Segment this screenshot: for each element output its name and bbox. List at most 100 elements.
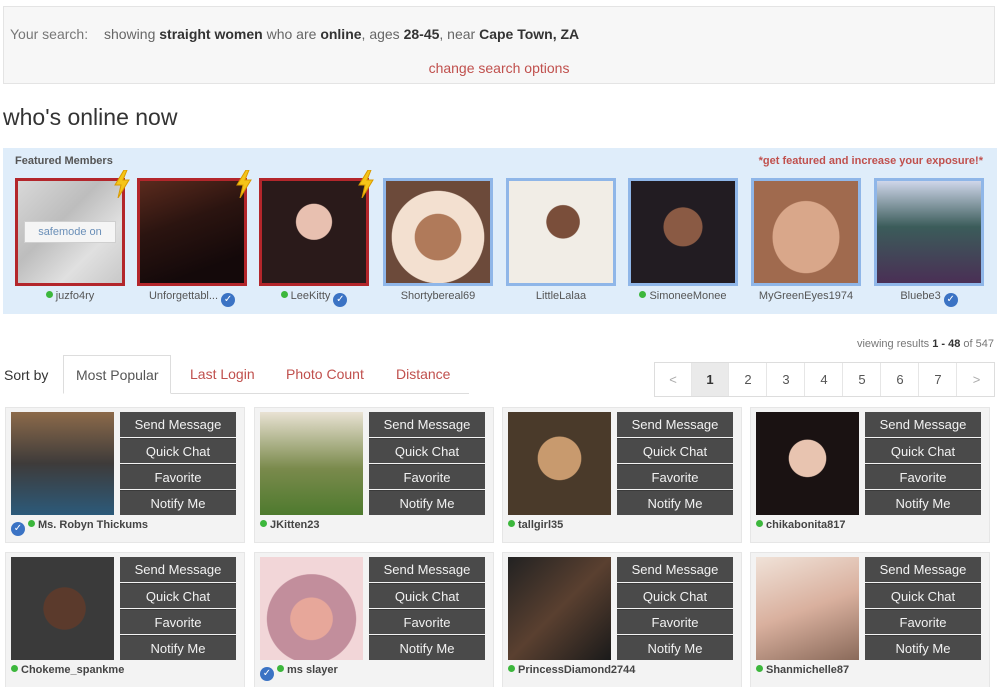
- notify-me-button[interactable]: Notify Me: [120, 490, 236, 515]
- page-7-button[interactable]: 7: [920, 363, 957, 396]
- verified-check-icon: ✓: [260, 667, 274, 681]
- favorite-button[interactable]: Favorite: [369, 464, 485, 489]
- sort-tab-distance[interactable]: Distance: [396, 355, 450, 394]
- page-3-button[interactable]: 3: [768, 363, 805, 396]
- send-message-button[interactable]: Send Message: [369, 412, 485, 437]
- member-name[interactable]: tallgirl35: [508, 519, 563, 531]
- online-indicator-icon: [260, 520, 267, 527]
- notify-me-button[interactable]: Notify Me: [120, 635, 236, 660]
- notify-me-button[interactable]: Notify Me: [369, 635, 485, 660]
- online-indicator-icon: [280, 291, 288, 298]
- member-name[interactable]: Chokeme_spankme: [11, 664, 124, 676]
- featured-member-name[interactable]: Unforgettabl... ✓: [137, 290, 247, 307]
- featured-member-photo[interactable]: [628, 178, 738, 286]
- page-1-button[interactable]: 1: [692, 363, 729, 396]
- member-actions: Send Message Quick Chat Favorite Notify Me: [369, 412, 485, 516]
- search-status: online: [320, 26, 362, 42]
- search-label: Your search:: [10, 26, 89, 42]
- search-location: Cape Town, ZA: [479, 26, 580, 42]
- member-photo[interactable]: [756, 412, 859, 515]
- safemode-overlay: safemode on: [18, 181, 122, 283]
- member-photo[interactable]: [508, 557, 611, 660]
- favorite-button[interactable]: Favorite: [120, 464, 236, 489]
- member-photo[interactable]: [756, 557, 859, 660]
- lightning-bolt-icon: [113, 170, 131, 198]
- quick-chat-button[interactable]: Quick Chat: [120, 438, 236, 463]
- featured-member-name[interactable]: LeeKitty ✓: [259, 290, 369, 307]
- favorite-button[interactable]: Favorite: [120, 609, 236, 634]
- send-message-button[interactable]: Send Message: [120, 412, 236, 437]
- featured-member-photo[interactable]: [874, 178, 984, 286]
- quick-chat-button[interactable]: Quick Chat: [120, 583, 236, 608]
- member-photo[interactable]: [260, 412, 363, 515]
- page-2-button[interactable]: 2: [730, 363, 767, 396]
- send-message-button[interactable]: Send Message: [865, 557, 981, 582]
- favorite-button[interactable]: Favorite: [865, 609, 981, 634]
- notify-me-button[interactable]: Notify Me: [865, 490, 981, 515]
- member-actions: Send Message Quick Chat Favorite Notify Me: [120, 557, 236, 661]
- quick-chat-button[interactable]: Quick Chat: [369, 438, 485, 463]
- featured-member-name[interactable]: MyGreenEyes1974: [751, 290, 861, 302]
- featured-member-name[interactable]: SimoneeMonee: [628, 290, 738, 302]
- results-count: viewing results 1 - 48 of 547: [856, 338, 994, 350]
- quick-chat-button[interactable]: Quick Chat: [369, 583, 485, 608]
- member-name[interactable]: PrincessDiamond2744: [508, 664, 635, 676]
- send-message-button[interactable]: Send Message: [865, 412, 981, 437]
- quick-chat-button[interactable]: Quick Chat: [617, 438, 733, 463]
- page-5-button[interactable]: 5: [844, 363, 881, 396]
- member-photo[interactable]: [11, 412, 114, 515]
- member-actions: Send Message Quick Chat Favorite Notify Me: [865, 557, 981, 661]
- get-featured-link[interactable]: *get featured and increase your exposure…: [759, 155, 983, 167]
- member-photo[interactable]: [260, 557, 363, 660]
- notify-me-button[interactable]: Notify Me: [617, 635, 733, 660]
- send-message-button[interactable]: Send Message: [120, 557, 236, 582]
- member-photo[interactable]: [508, 412, 611, 515]
- member-card: Send Message Quick Chat Favorite Notify Me J…: [254, 407, 494, 543]
- member-photo[interactable]: [11, 557, 114, 660]
- send-message-button[interactable]: Send Message: [617, 557, 733, 582]
- featured-title: Featured Members: [15, 155, 113, 167]
- featured-member-photo[interactable]: [137, 178, 247, 286]
- search-description: Your search: showing straight women who …: [10, 26, 580, 42]
- send-message-button[interactable]: Send Message: [369, 557, 485, 582]
- sort-tab-most-popular[interactable]: Most Popular: [63, 355, 172, 394]
- page-6-button[interactable]: 6: [882, 363, 919, 396]
- featured-member-name[interactable]: Shortybereal69: [383, 290, 493, 302]
- featured-member-photo[interactable]: [506, 178, 616, 286]
- featured-member-photo[interactable]: safemode on: [15, 178, 125, 286]
- featured-member-name[interactable]: Bluebe3 ✓: [874, 290, 984, 307]
- member-name[interactable]: chikabonita817: [756, 519, 845, 531]
- member-name[interactable]: Shanmichelle87: [756, 664, 849, 676]
- online-indicator-icon: [28, 520, 35, 527]
- lightning-bolt-icon: [235, 170, 253, 198]
- sort-tab-last-login[interactable]: Last Login: [190, 355, 255, 394]
- favorite-button[interactable]: Favorite: [617, 609, 733, 634]
- member-card: Send Message Quick Chat Favorite Notify Me S…: [750, 552, 990, 687]
- featured-member-photo[interactable]: [751, 178, 861, 286]
- favorite-button[interactable]: Favorite: [865, 464, 981, 489]
- notify-me-button[interactable]: Notify Me: [369, 490, 485, 515]
- prev-page-button[interactable]: <: [655, 363, 692, 396]
- page-4-button[interactable]: 4: [806, 363, 843, 396]
- safemode-label: safemode on: [24, 221, 116, 243]
- featured-member-name[interactable]: LittleLalaa: [506, 290, 616, 302]
- sort-tab-photo-count[interactable]: Photo Count: [286, 355, 364, 394]
- member-name[interactable]: ✓ ms slayer: [260, 664, 338, 681]
- member-actions: Send Message Quick Chat Favorite Notify Me: [865, 412, 981, 516]
- featured-member-photo[interactable]: [259, 178, 369, 286]
- quick-chat-button[interactable]: Quick Chat: [865, 438, 981, 463]
- next-page-button[interactable]: >: [958, 363, 995, 396]
- member-name[interactable]: JKitten23: [260, 519, 320, 531]
- favorite-button[interactable]: Favorite: [369, 609, 485, 634]
- change-search-options-link[interactable]: change search options: [4, 60, 994, 76]
- sort-label: Sort by: [4, 367, 49, 383]
- notify-me-button[interactable]: Notify Me: [865, 635, 981, 660]
- featured-member-photo[interactable]: [383, 178, 493, 286]
- quick-chat-button[interactable]: Quick Chat: [865, 583, 981, 608]
- featured-member-name[interactable]: juzfo4ry: [15, 290, 125, 302]
- notify-me-button[interactable]: Notify Me: [617, 490, 733, 515]
- quick-chat-button[interactable]: Quick Chat: [617, 583, 733, 608]
- send-message-button[interactable]: Send Message: [617, 412, 733, 437]
- member-name[interactable]: ✓ Ms. Robyn Thickums: [11, 519, 148, 536]
- favorite-button[interactable]: Favorite: [617, 464, 733, 489]
